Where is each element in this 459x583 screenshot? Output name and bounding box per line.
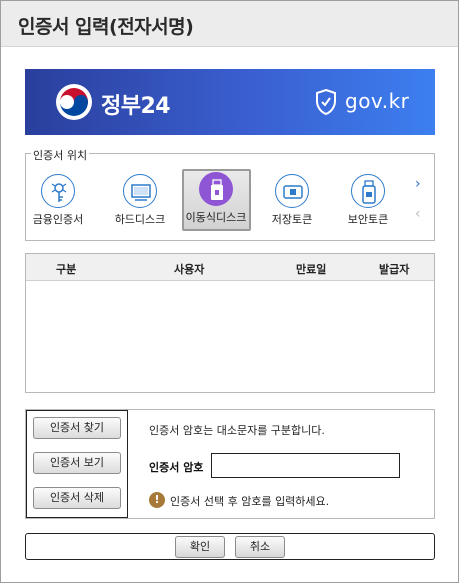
column-header[interactable]: 만료일 [296, 261, 326, 277]
warning-icon: ! [149, 492, 165, 508]
title-bar: 인증서 입력(전자서명) [1, 1, 458, 47]
footer-bar [25, 533, 435, 560]
location-label: 저장토큰 [271, 213, 313, 226]
cancel-button[interactable]: 취소 [235, 536, 285, 558]
password-warning: 인증서 선택 후 암호를 입력하세요. [170, 495, 330, 508]
view-cert-button[interactable]: 인증서 보기 [33, 452, 121, 474]
cert-location-legend: 인증서 위치 [31, 147, 90, 163]
certificate-table: 구분 사용자 만료일 발급자 [25, 253, 435, 393]
find-cert-button[interactable]: 인증서 찾기 [33, 417, 121, 439]
gov24-banner: 정부24 gov.kr [25, 69, 435, 135]
location-storage-token[interactable]: 저장토큰 [258, 171, 326, 229]
location-financial-cert[interactable]: 금융인증서 [24, 171, 92, 229]
column-header[interactable]: 발급자 [379, 261, 409, 277]
password-case-info: 인증서 암호는 대소문자를 구분합니다. [149, 424, 325, 437]
location-label: 하드디스크 [114, 213, 166, 226]
storage-token-icon [275, 174, 309, 208]
location-label: 이동식디스크 [185, 211, 247, 224]
hard-disk-icon [123, 174, 157, 208]
location-removable-disk[interactable]: 이동식디스크 [182, 169, 251, 231]
location-next-button[interactable]: › [415, 177, 421, 191]
dialog-title: 인증서 입력(전자서명) [18, 16, 194, 38]
location-hard-disk[interactable]: 하드디스크 [106, 171, 174, 229]
government-emblem-icon [56, 84, 92, 120]
column-header[interactable]: 구분 [56, 261, 76, 277]
location-label: 금융인증서 [32, 213, 84, 226]
usb-drive-icon [199, 172, 233, 206]
password-input[interactable] [211, 453, 400, 478]
ok-button[interactable]: 확인 [175, 536, 225, 558]
brand-name: 정부24 [101, 94, 171, 119]
shield-check-icon [316, 88, 336, 116]
table-header: 구분 사용자 만료일 발급자 [26, 254, 434, 281]
delete-cert-button[interactable]: 인증서 삭제 [33, 487, 121, 509]
location-label: 보안토큰 [347, 213, 389, 226]
financial-cert-icon [41, 174, 75, 208]
brand-domain: gov.kr [345, 89, 410, 113]
password-label: 인증서 암호 [149, 461, 204, 474]
column-header[interactable]: 사용자 [174, 261, 204, 277]
certificate-dialog: 인증서 입력(전자서명) 정부24 gov.kr 인증서 위치 금융인증서 하드… [0, 0, 459, 583]
location-prev-button[interactable]: ‹ [415, 207, 421, 221]
location-security-token[interactable]: 보안토큰 [334, 171, 402, 229]
security-token-icon [351, 174, 385, 208]
